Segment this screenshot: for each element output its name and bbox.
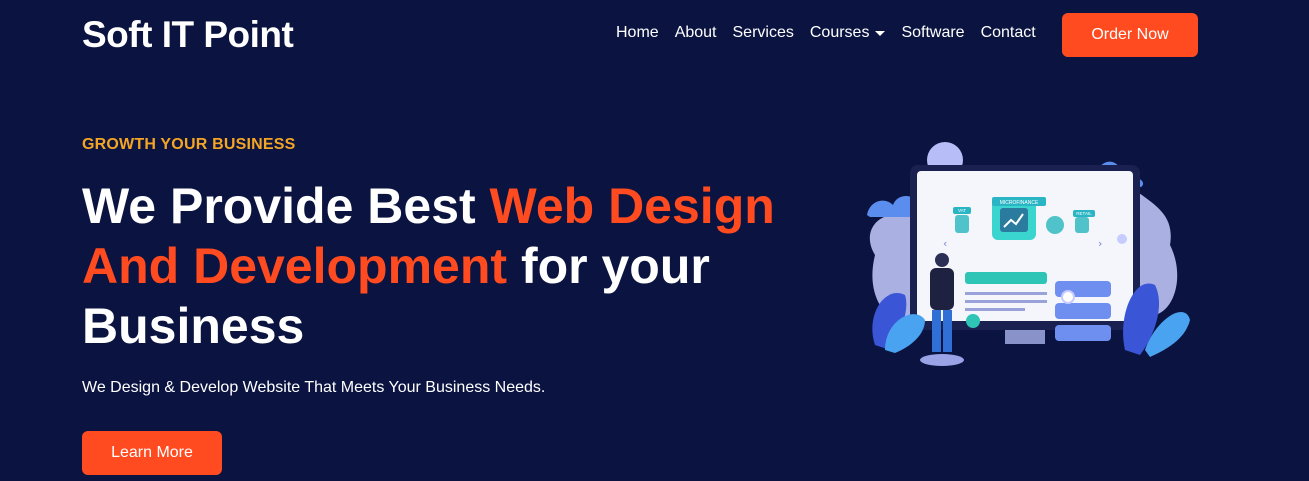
vat-label: VAT xyxy=(958,208,966,213)
monitor-stand xyxy=(1005,330,1045,344)
nav-link-courses-label: Courses xyxy=(809,24,870,41)
microfinance-label: MICROFINANCE xyxy=(1000,200,1039,206)
decor-dot xyxy=(966,314,980,328)
person-head xyxy=(935,253,949,267)
order-now-button[interactable]: Order Now xyxy=(1062,13,1198,57)
navbar: Soft IT Point Home About Services Course… xyxy=(0,0,1309,70)
vat-tile xyxy=(955,215,969,233)
nav-links: Home About Services Courses Software Con… xyxy=(616,24,1052,42)
headline-part1: We Provide Best xyxy=(82,178,490,234)
target-tile xyxy=(1046,216,1064,234)
stack-card xyxy=(1055,325,1111,341)
brand-logo[interactable]: Soft IT Point xyxy=(82,14,294,56)
nav-link-services[interactable]: Services xyxy=(733,24,794,42)
learn-more-button[interactable]: Learn More xyxy=(82,431,222,475)
growth-chart-icon xyxy=(1000,208,1028,232)
content-line xyxy=(965,308,1025,311)
content-line xyxy=(965,292,1047,295)
progress-bar xyxy=(965,272,1047,284)
chevron-down-icon xyxy=(875,30,886,36)
toggle-knob xyxy=(1061,290,1075,304)
person-body xyxy=(930,268,954,310)
retail-tile xyxy=(1075,217,1089,233)
stack-card xyxy=(1055,303,1111,319)
hero-headline: We Provide Best Web Design And Developme… xyxy=(82,176,782,356)
nav-link-courses[interactable]: Courses xyxy=(810,24,886,42)
ground-shadow xyxy=(920,354,964,366)
web-development-illustration: MICROFINANCE VAT RETAIL ‹ › xyxy=(867,142,1190,366)
person-leg xyxy=(932,310,941,352)
nav-link-home[interactable]: Home xyxy=(616,24,659,42)
decor-dot xyxy=(1117,234,1127,244)
retail-label: RETAIL xyxy=(1076,211,1092,216)
person-leg xyxy=(943,310,952,352)
nav-link-contact[interactable]: Contact xyxy=(981,24,1036,42)
nav-link-about[interactable]: About xyxy=(675,24,717,42)
chevron-left-icon: ‹ xyxy=(943,237,947,250)
content-line xyxy=(965,300,1047,303)
hero-illustration: MICROFINANCE VAT RETAIL ‹ › xyxy=(855,135,1195,370)
hero-eyebrow: GROWTH YOUR BUSINESS xyxy=(82,136,296,153)
hero-subtext: We Design & Develop Website That Meets Y… xyxy=(82,379,546,396)
nav-link-software[interactable]: Software xyxy=(901,24,964,42)
chevron-right-icon: › xyxy=(1098,237,1102,250)
